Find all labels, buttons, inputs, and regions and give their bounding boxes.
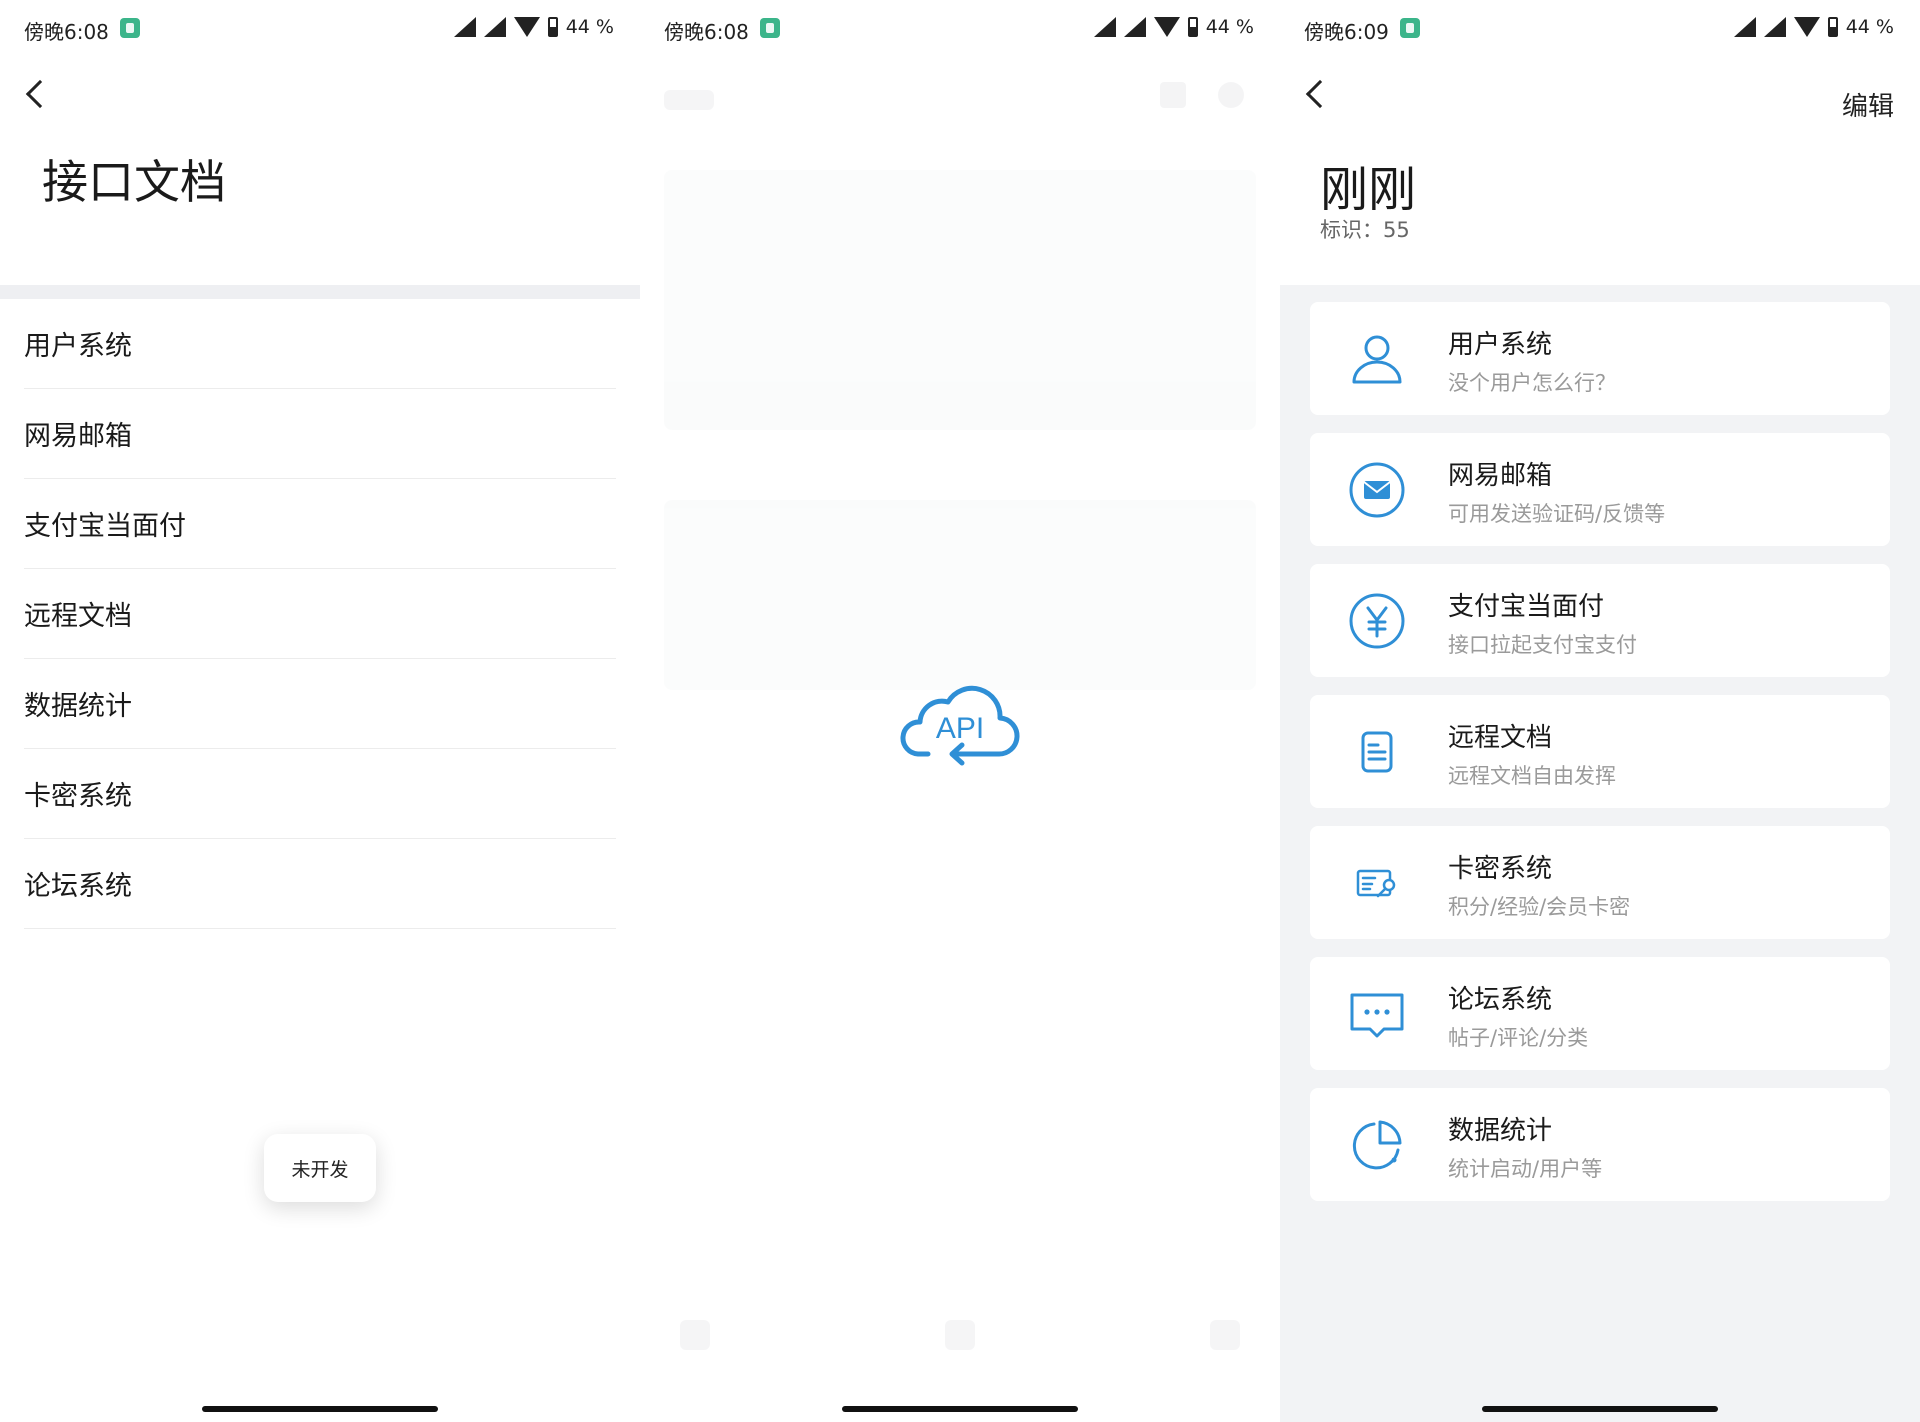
card-user-system[interactable]: 用户系统 没个用户怎么行？ — [1310, 302, 1890, 415]
card-alipay[interactable]: 支付宝当面付 接口拉起支付宝支付 — [1310, 564, 1890, 677]
app-notification-icon — [1400, 18, 1420, 38]
card-card-key[interactable]: 卡密系统 积分/经验/会员卡密 — [1310, 826, 1890, 939]
app-notification-icon — [120, 18, 140, 38]
status-time: 傍晚6:08 — [24, 20, 109, 44]
app-identifier: 标识：55 — [1320, 218, 1410, 242]
edit-button[interactable]: 编辑 — [1842, 86, 1894, 123]
card-subtitle: 远程文档自由发挥 — [1448, 764, 1616, 788]
back-button[interactable] — [25, 79, 55, 109]
home-indicator[interactable] — [1482, 1406, 1718, 1412]
screen-app-detail: 傍晚6:09 44 % 编辑 刚刚 标识：55 用户系统 没个用户怎么行？ 网易… — [1280, 0, 1920, 1422]
card-forum[interactable]: 论坛系统 帖子/评论/分类 — [1310, 957, 1890, 1070]
yen-icon — [1349, 593, 1405, 649]
wifi-icon — [513, 17, 540, 37]
list-item[interactable]: 数据统计 — [24, 659, 616, 749]
card-title: 用户系统 — [1448, 330, 1553, 360]
user-icon — [1352, 335, 1402, 384]
card-netease-mail[interactable]: 网易邮箱 可用发送验证码/反馈等 — [1310, 433, 1890, 546]
card-title: 卡密系统 — [1448, 854, 1553, 884]
card-title: 远程文档 — [1448, 723, 1553, 753]
wifi-icon — [1793, 17, 1820, 37]
api-list: 用户系统 网易邮箱 支付宝当面付 远程文档 数据统计 卡密系统 论坛系统 — [24, 299, 616, 929]
document-icon — [1361, 731, 1393, 773]
card-title: 网易邮箱 — [1448, 461, 1553, 491]
card-title: 论坛系统 — [1448, 985, 1553, 1015]
card-remote-doc[interactable]: 远程文档 远程文档自由发挥 — [1310, 695, 1890, 808]
home-indicator[interactable] — [842, 1406, 1078, 1412]
page-title: 接口文档 — [42, 155, 226, 209]
list-item[interactable]: 卡密系统 — [24, 749, 616, 839]
card-key-icon — [1356, 869, 1396, 898]
card-subtitle: 积分/经验/会员卡密 — [1448, 895, 1631, 919]
divider-band — [0, 285, 640, 299]
card-subtitle: 帖子/评论/分类 — [1448, 1026, 1589, 1050]
home-indicator[interactable] — [202, 1406, 438, 1412]
chat-icon — [1350, 993, 1404, 1038]
mail-icon — [1349, 462, 1405, 518]
api-cloud-logo-icon: API — [900, 685, 1020, 766]
card-statistics[interactable]: 数据统计 统计启动/用户等 — [1310, 1088, 1890, 1201]
list-item[interactable]: 论坛系统 — [24, 839, 616, 929]
card-subtitle: 可用发送验证码/反馈等 — [1448, 502, 1666, 526]
card-title: 数据统计 — [1448, 1116, 1553, 1146]
status-time: 傍晚6:09 — [1304, 20, 1389, 44]
list-item[interactable]: 支付宝当面付 — [24, 479, 616, 569]
signal-icon — [453, 17, 476, 37]
status-bar: 傍晚6:09 44 % — [1280, 0, 1920, 56]
logo-text: API — [936, 712, 984, 745]
battery-icon — [1827, 17, 1838, 37]
signal-icon — [1763, 17, 1786, 37]
page-title: 刚刚 — [1320, 162, 1417, 218]
feature-card-list: 用户系统 没个用户怎么行？ 网易邮箱 可用发送验证码/反馈等 支付宝当面付 接口… — [1310, 302, 1890, 1219]
screen-splash: 傍晚6:08 44 % API — [640, 0, 1280, 1422]
card-subtitle: 没个用户怎么行？ — [1448, 371, 1616, 395]
battery-icon — [547, 17, 558, 37]
list-item[interactable]: 远程文档 — [24, 569, 616, 659]
battery-level: 44 % — [1845, 16, 1894, 38]
screen-api-docs-list: 傍晚6:08 44 % 接口文档 用户系统 网易邮箱 支付宝当面付 远程文档 数… — [0, 0, 640, 1422]
card-subtitle: 统计启动/用户等 — [1448, 1157, 1603, 1181]
list-item[interactable]: 用户系统 — [24, 299, 616, 389]
card-title: 支付宝当面付 — [1448, 592, 1605, 622]
toast-message: 未开发 — [264, 1134, 376, 1202]
pie-chart-icon — [1352, 1120, 1402, 1170]
status-bar: 傍晚6:08 44 % — [0, 0, 640, 56]
signal-icon — [483, 17, 506, 37]
battery-level: 44 % — [565, 16, 614, 38]
list-item[interactable]: 网易邮箱 — [24, 389, 616, 479]
signal-icon — [1733, 17, 1756, 37]
card-subtitle: 接口拉起支付宝支付 — [1448, 633, 1637, 657]
